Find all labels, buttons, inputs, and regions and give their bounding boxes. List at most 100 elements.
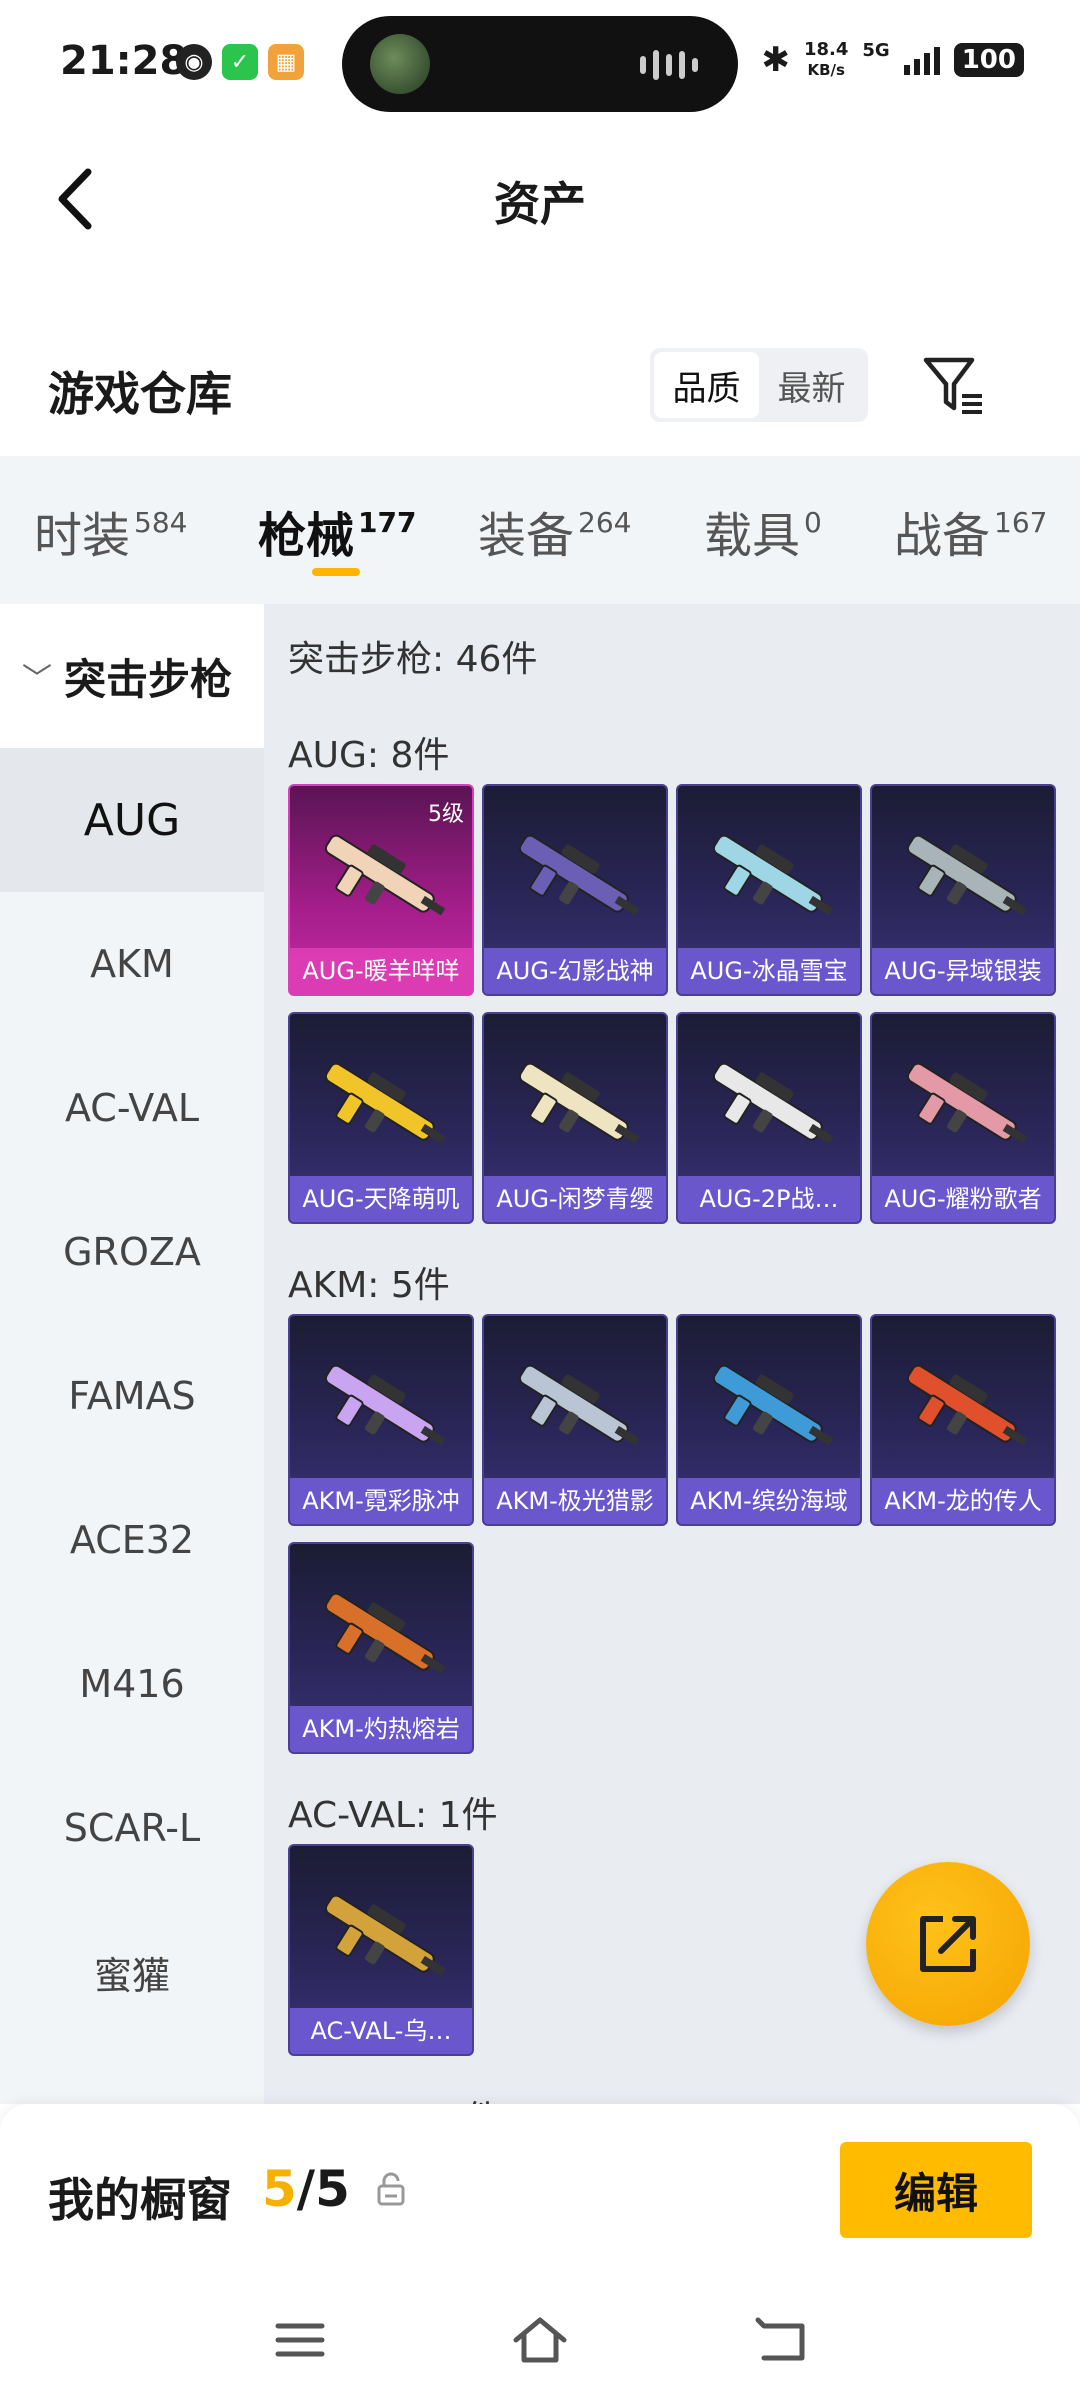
- category-total: 突击步枪: 46件: [288, 639, 538, 680]
- weapon-skin-name: AKM-极光猎影: [484, 1478, 666, 1524]
- weapon-skin-name: AKM-龙的传人: [872, 1478, 1054, 1524]
- network-type: 5G: [862, 40, 890, 61]
- weapon-skin-card[interactable]: 5级 AUG-暖羊咩咩: [288, 784, 474, 996]
- edit-button[interactable]: 编辑: [840, 2142, 1032, 2238]
- level-badge: 5级: [428, 802, 464, 827]
- sidebar-item-groza[interactable]: GROZA: [0, 1180, 264, 1324]
- status-bar: 21:28 ◉ ✓ ▦ ✱ 18.4 KB/s 5G 100: [0, 0, 1080, 130]
- tab-label: 枪械: [258, 508, 355, 564]
- sidebar-item-ace32[interactable]: ACE32: [0, 1468, 264, 1612]
- tab-gear[interactable]: 战备 167: [894, 496, 1047, 566]
- showcase-count: 5/5: [262, 2160, 350, 2218]
- game-app-icon: ▦: [268, 44, 304, 80]
- sidebar-item-honey-badger[interactable]: 蜜獾: [0, 1900, 264, 2044]
- sidebar-item-akm[interactable]: AKM: [0, 892, 264, 1036]
- dynamic-island[interactable]: [342, 16, 738, 112]
- filter-icon[interactable]: [920, 352, 986, 418]
- net-speed-value: 18.4: [803, 39, 849, 60]
- sidebar-item-ac-val[interactable]: AC-VAL: [0, 1036, 264, 1180]
- status-time: 21:28: [60, 38, 188, 84]
- sort-toggle: 品质 最新: [650, 348, 868, 422]
- group-title-aug: AUG: 8件: [288, 735, 450, 776]
- weapon-skin-card[interactable]: AUG-冰晶雪宝: [676, 784, 862, 996]
- weapon-skin-name: AC-VAL-乌…: [290, 2008, 472, 2054]
- group-title-ac-val: AC-VAL: 1件: [288, 1795, 498, 1836]
- showcase-bar: 我的橱窗 5/5 编辑: [0, 2104, 1080, 2280]
- share-button[interactable]: [866, 1862, 1030, 2026]
- tab-vehicles[interactable]: 载具 0: [704, 496, 822, 566]
- weapon-skin-card[interactable]: AKM-极光猎影: [482, 1314, 668, 1526]
- back-icon[interactable]: [752, 2310, 812, 2370]
- weapon-skin-image: [518, 1364, 640, 1446]
- weapon-skin-image: [712, 1364, 834, 1446]
- showcase-current: 5: [262, 2160, 297, 2218]
- audio-wave-icon: [640, 50, 698, 80]
- active-tab-indicator: [312, 568, 360, 576]
- weapon-skin-card[interactable]: AUG-闲梦青缨: [482, 1012, 668, 1224]
- showcase-total: 5: [315, 2160, 350, 2218]
- weapon-skin-image: [324, 1062, 446, 1144]
- status-indicators: ✱ 18.4 KB/s 5G 100: [761, 40, 1024, 80]
- status-app-icons: ◉ ✓ ▦: [176, 44, 304, 80]
- tab-count: 167: [994, 506, 1048, 539]
- weapon-skin-card[interactable]: AKM-龙的传人: [870, 1314, 1056, 1526]
- weapon-skin-image: [518, 1062, 640, 1144]
- weapon-skin-name: AUG-异域银装: [872, 948, 1054, 994]
- weapon-skin-image: [518, 834, 640, 916]
- chevron-down-icon: ﹀: [22, 662, 52, 697]
- weapon-skin-name: AKM-缤纷海域: [678, 1478, 860, 1524]
- tab-label: 装备: [478, 508, 575, 564]
- weapon-skin-card[interactable]: AKM-缤纷海域: [676, 1314, 862, 1526]
- home-icon[interactable]: [510, 2310, 570, 2370]
- weapon-skin-name: AKM-灼热熔岩: [290, 1706, 472, 1752]
- weapon-skin-card[interactable]: AUG-幻影战神: [482, 784, 668, 996]
- weapon-skin-image: [712, 1062, 834, 1144]
- sidebar-item-m416[interactable]: M416: [0, 1612, 264, 1756]
- page-title: 资产: [494, 177, 586, 231]
- sidebar-item-famas[interactable]: FAMAS: [0, 1324, 264, 1468]
- weapon-skin-name: AUG-2P战…: [678, 1176, 860, 1222]
- weapon-skin-card[interactable]: AUG-耀粉歌者: [870, 1012, 1056, 1224]
- weapon-skin-name: AUG-天降萌叽: [290, 1176, 472, 1222]
- sidebar: ﹀ 突击步枪 AUG AKM AC-VAL GROZA FAMAS ACE32 …: [0, 604, 264, 2104]
- weapon-skin-card[interactable]: AKM-霓彩脉冲: [288, 1314, 474, 1526]
- tab-label: 载具: [704, 508, 801, 564]
- weapon-skin-card[interactable]: AUG-天降萌叽: [288, 1012, 474, 1224]
- menu-icon[interactable]: [270, 2310, 330, 2370]
- group-title-groza: GROZA: 1件: [288, 2090, 500, 2104]
- weapon-skin-card[interactable]: AC-VAL-乌…: [288, 1844, 474, 2056]
- lock-icon: [377, 2172, 405, 2206]
- weapon-skin-card[interactable]: AUG-2P战…: [676, 1012, 862, 1224]
- sidebar-item-aug[interactable]: AUG: [0, 748, 264, 892]
- weapon-skin-image: [712, 834, 834, 916]
- weapon-skin-image: [906, 834, 1028, 916]
- tab-fashion[interactable]: 时装 584: [34, 496, 187, 566]
- globe-icon: ◉: [176, 44, 212, 80]
- tab-count: 584: [134, 506, 188, 539]
- tab-equipment[interactable]: 装备 264: [478, 496, 631, 566]
- weapon-skin-name: AUG-闲梦青缨: [484, 1176, 666, 1222]
- weapon-skin-image: [324, 834, 446, 916]
- tab-count: 264: [578, 506, 632, 539]
- tab-count: 177: [358, 506, 417, 539]
- net-speed-unit: KB/s: [807, 61, 845, 79]
- tab-firearms[interactable]: 枪械 177: [258, 496, 416, 566]
- album-art: [370, 34, 430, 94]
- warehouse-title: 游戏仓库: [48, 367, 232, 421]
- weapon-skin-card[interactable]: AKM-灼热熔岩: [288, 1542, 474, 1754]
- tab-count: 0: [804, 506, 822, 539]
- weapon-skin-name: AUG-冰晶雪宝: [678, 948, 860, 994]
- bluetooth-icon: ✱: [761, 40, 790, 80]
- weapon-skin-image: [906, 1364, 1028, 1446]
- sidebar-item-scar-l[interactable]: SCAR-L: [0, 1756, 264, 1900]
- sidebar-group-assault-rifle[interactable]: ﹀ 突击步枪: [0, 604, 264, 748]
- weapon-skin-image: [324, 1592, 446, 1674]
- net-speed: 18.4 KB/s: [804, 40, 848, 80]
- showcase-separator: /: [296, 2160, 316, 2218]
- weapon-skin-name: AUG-暖羊咩咩: [290, 948, 472, 994]
- sort-option-quality[interactable]: 品质: [654, 352, 759, 418]
- category-tabs: 时装 584 枪械 177 装备 264 载具 0 战备 167: [0, 456, 1080, 604]
- sort-option-latest[interactable]: 最新: [759, 352, 864, 418]
- weapon-skin-card[interactable]: AUG-异域银装: [870, 784, 1056, 996]
- share-export-icon: [920, 1916, 976, 1972]
